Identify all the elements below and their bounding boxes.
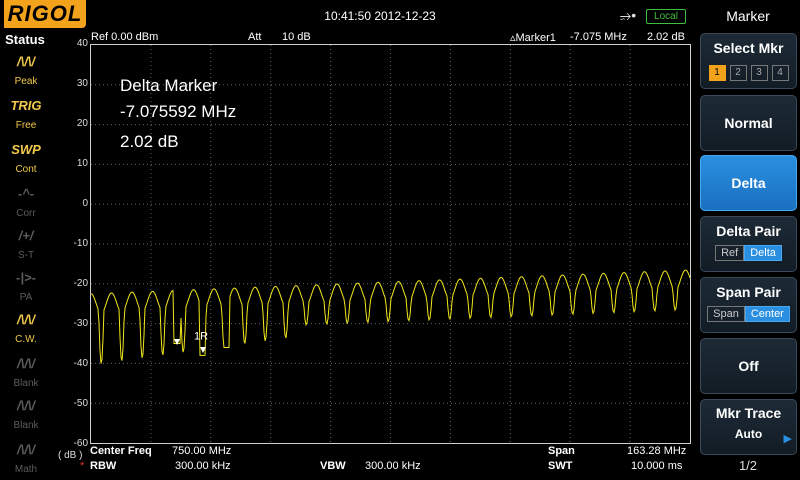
status-item-free[interactable]: TRIG Free (4, 94, 48, 134)
status-item-math[interactable]: /\/\/ Math (4, 438, 48, 478)
ref-level: Ref 0.00 dBm (91, 31, 159, 43)
marker-level: 2.02 dB (647, 31, 685, 43)
status-item-peak[interactable]: /\/\/ Peak (4, 50, 48, 90)
y-tick-label: -40 (73, 358, 88, 369)
delta-level: 2.02 dB (120, 132, 179, 151)
status-icon: -|>- (16, 270, 36, 285)
delta-pair-ref[interactable]: Ref (715, 245, 745, 261)
datetime: 10:41:50 2012-12-23 (324, 9, 436, 23)
mkr-trace-button[interactable]: Mkr Trace Auto ▶ (700, 399, 797, 455)
mkr-trace-value: Auto (734, 427, 763, 441)
status-icon: -^- (17, 186, 35, 201)
status-item-cw[interactable]: /\/\/ C.W. (4, 308, 48, 348)
mkr-trace-label: Mkr Trace (715, 405, 782, 421)
off-button[interactable]: Off (700, 338, 797, 394)
span-label: Span (548, 445, 575, 457)
y-tick-label: -30 (73, 318, 88, 329)
status-item-label: S-T (17, 250, 35, 261)
menu-title: Marker (726, 8, 770, 24)
status-icon: /\/\/ (16, 398, 36, 413)
local-badge[interactable]: Local (646, 9, 686, 24)
arrow-right-icon: ▶ (783, 433, 792, 445)
att-value: 10 dB (282, 31, 311, 43)
menu-page-indicator[interactable]: 1/2 (700, 458, 796, 473)
status-item-label: Corr (16, 208, 36, 219)
delta-pair-button[interactable]: Delta Pair Ref Delta (700, 216, 797, 272)
status-icon: TRIG (10, 98, 42, 113)
span-pair-label: Span Pair (716, 284, 781, 300)
span-value: 163.28 MHz (627, 445, 687, 457)
status-icon: SWP (11, 142, 41, 157)
y-axis-unit: ( dB ) (58, 450, 83, 461)
status-item-st[interactable]: /+/ S-T (4, 224, 48, 264)
att-label: Att (248, 31, 262, 43)
marker-1r-label: 1R (194, 331, 208, 343)
y-tick-label: 20 (76, 118, 88, 129)
status-item-label: Blank (13, 378, 39, 389)
status-item-blank[interactable]: /\/\/ Blank (4, 352, 48, 392)
delta-freq: -7.075592 MHz (120, 102, 237, 121)
status-item-pa[interactable]: -|>- PA (4, 266, 48, 306)
span-pair-button[interactable]: Span Pair Span Center (700, 277, 797, 333)
center-freq-label: Center Freq (90, 445, 152, 457)
rbw-star: * (80, 460, 85, 472)
status-icon: /+/ (18, 228, 34, 243)
status-item-corr[interactable]: -^- Corr (4, 182, 48, 222)
delta-button[interactable]: Delta (700, 155, 797, 211)
delta-title: Delta Marker (120, 76, 218, 95)
rigol-logo: RIGOL (4, 0, 86, 28)
normal-label: Normal (724, 115, 773, 131)
status-item-label: C.W. (15, 334, 37, 345)
marker-label: ▵Marker1 (510, 32, 556, 44)
status-item-label: Blank (13, 420, 39, 431)
status-item-label: Math (14, 464, 38, 475)
marker-1-option[interactable]: 1 (708, 65, 726, 81)
status-item-label: Peak (14, 76, 38, 87)
usb-icon: ⭌• (620, 7, 637, 23)
y-tick-label: 30 (76, 78, 88, 89)
y-tick-label: 0 (82, 198, 88, 209)
y-tick-label: -20 (73, 278, 88, 289)
select-marker-label: Select Mkr (713, 40, 784, 56)
status-item-label: PA (19, 292, 33, 303)
delta-label: Delta (731, 175, 766, 191)
delta-pair-delta[interactable]: Delta (744, 245, 782, 261)
delta-pair-label: Delta Pair (716, 223, 781, 239)
y-tick-label: -60 (73, 438, 88, 449)
y-tick-label: -10 (73, 238, 88, 249)
span-pair-span[interactable]: Span (707, 306, 745, 322)
span-pair-center[interactable]: Center (744, 306, 790, 322)
status-item-blank[interactable]: /\/\/ Blank (4, 394, 48, 434)
marker-3-option[interactable]: 3 (750, 65, 768, 81)
status-icon: /\/\/ (16, 442, 36, 457)
status-title: Status (5, 32, 45, 47)
rbw-label: RBW (90, 460, 117, 472)
rbw-value: 300.00 kHz (175, 460, 231, 472)
select-marker-button[interactable]: Select Mkr 1234 (700, 33, 797, 89)
swt-label: SWT (548, 460, 573, 472)
off-label: Off (738, 358, 759, 374)
y-tick-label: 40 (76, 38, 88, 49)
marker-4-option[interactable]: 4 (771, 65, 789, 81)
vbw-value: 300.00 kHz (365, 460, 421, 472)
status-icon: /\/\/ (16, 356, 36, 371)
y-tick-label: -50 (73, 398, 88, 409)
status-icon: /\/\/ (16, 54, 36, 69)
status-item-label: Cont (15, 164, 37, 175)
y-tick-label: 10 (76, 158, 88, 169)
status-item-label: Free (15, 120, 37, 131)
status-icon: /\/\/ (16, 312, 36, 327)
status-item-cont[interactable]: SWP Cont (4, 138, 48, 178)
swt-value: 10.000 ms (631, 460, 683, 472)
marker-freq: -7.075 MHz (570, 31, 627, 43)
normal-button[interactable]: Normal (700, 95, 797, 151)
marker-2-option[interactable]: 2 (729, 65, 747, 81)
vbw-label: VBW (320, 460, 346, 472)
center-freq-value: 750.00 MHz (172, 445, 232, 457)
